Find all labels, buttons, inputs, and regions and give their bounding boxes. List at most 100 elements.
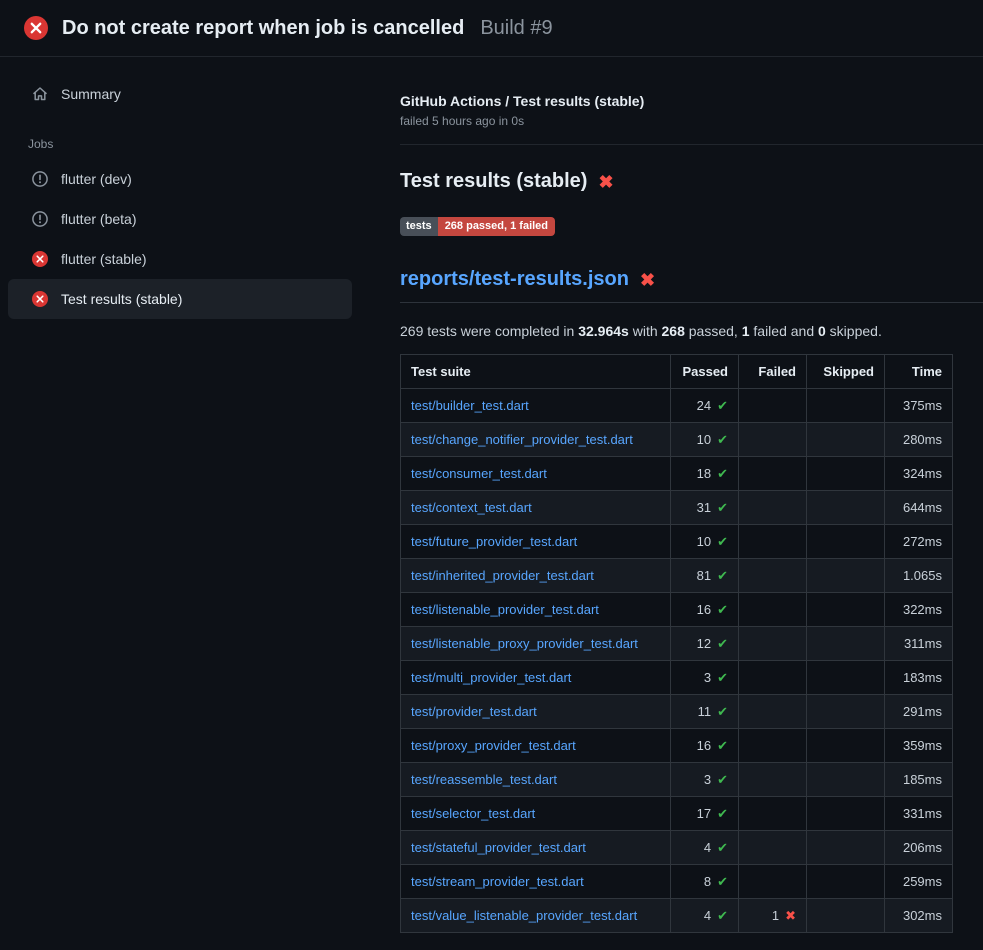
- suite-cell: test/listenable_proxy_provider_test.dart: [401, 627, 671, 661]
- time-cell: 185ms: [885, 763, 953, 797]
- table-row: test/multi_provider_test.dart3✔183ms: [401, 661, 953, 695]
- failed-cell: [739, 389, 807, 423]
- badge-label: tests: [400, 217, 438, 236]
- suite-link[interactable]: test/stream_provider_test.dart: [411, 874, 584, 889]
- suite-cell: test/builder_test.dart: [401, 389, 671, 423]
- check-icon: ✔: [717, 398, 728, 413]
- table-row: test/provider_test.dart11✔291ms: [401, 695, 953, 729]
- sidebar-item-flutter-dev[interactable]: flutter (dev): [8, 159, 352, 199]
- table-row: test/listenable_provider_test.dart 16✔ 322…: [401, 593, 953, 627]
- table-header-row: Test suite Passed Failed Skipped Time: [401, 355, 953, 389]
- col-failed: Failed: [739, 355, 807, 389]
- suite-cell: test/context_test.dart: [401, 491, 671, 525]
- check-icon: ✔: [717, 840, 728, 855]
- skipped-cell: [807, 661, 885, 695]
- suite-link[interactable]: test/proxy_provider_test.dart: [411, 738, 576, 753]
- passed-cell: 4✔: [671, 831, 739, 865]
- check-icon: ✔: [717, 636, 728, 651]
- time-cell: 331ms: [885, 797, 953, 831]
- failed-cell: [739, 423, 807, 457]
- report-file-link[interactable]: reports/test-results.json: [400, 268, 629, 291]
- passed-cell: 3✔: [671, 661, 739, 695]
- skipped-cell: [807, 899, 885, 933]
- sidebar-item-flutter-beta[interactable]: flutter (beta): [8, 199, 352, 239]
- suite-link[interactable]: test/multi_provider_test.dart: [411, 670, 571, 685]
- check-icon: ✔: [717, 466, 728, 481]
- table-row: test/value_listenable_provider_test.dart…: [401, 899, 953, 933]
- passed-cell: 3✔: [671, 763, 739, 797]
- passed-cell: 11✔: [671, 695, 739, 729]
- time-cell: 1.065s: [885, 559, 953, 593]
- passed-cell: 12✔: [671, 627, 739, 661]
- suite-link[interactable]: test/provider_test.dart: [411, 704, 537, 719]
- check-icon: ✔: [717, 738, 728, 753]
- badge-value: 268 passed, 1 failed: [438, 217, 555, 236]
- suite-link[interactable]: test/reassemble_test.dart: [411, 772, 557, 787]
- suite-link[interactable]: test/listenable_proxy_provider_test.dart: [411, 636, 638, 651]
- failed-cross-icon: ✖: [598, 173, 613, 191]
- time-cell: 322ms: [885, 593, 953, 627]
- suite-link[interactable]: test/context_test.dart: [411, 500, 532, 515]
- check-icon: ✔: [717, 670, 728, 685]
- skipped-cell: [807, 729, 885, 763]
- failed-cell: [739, 525, 807, 559]
- time-cell: 280ms: [885, 423, 953, 457]
- passed-cell: 17✔: [671, 797, 739, 831]
- failed-cell: [739, 865, 807, 899]
- failed-status-icon: [32, 251, 48, 267]
- suite-cell: test/stateful_provider_test.dart: [401, 831, 671, 865]
- time-cell: 324ms: [885, 457, 953, 491]
- table-row: test/future_provider_test.dart10✔272ms: [401, 525, 953, 559]
- suite-link[interactable]: test/selector_test.dart: [411, 806, 535, 821]
- table-row: test/inherited_provider_test.dart81✔1.06…: [401, 559, 953, 593]
- run-build-number: Build #9: [480, 17, 552, 40]
- suite-cell: test/future_provider_test.dart: [401, 525, 671, 559]
- skipped-cell: [807, 797, 885, 831]
- home-icon: [32, 86, 48, 102]
- passed-cell: 16✔: [671, 593, 739, 627]
- failed-cross-icon: ✖: [640, 271, 655, 289]
- sidebar-item-flutter-stable[interactable]: flutter (stable): [8, 239, 352, 279]
- passed-cell: 24✔: [671, 389, 739, 423]
- run-header: Do not create report when job is cancell…: [0, 0, 983, 57]
- jobs-section-label: Jobs: [28, 137, 368, 151]
- suite-link[interactable]: test/builder_test.dart: [411, 398, 529, 413]
- failed-cell: [739, 729, 807, 763]
- passed-cell: 18✔: [671, 457, 739, 491]
- failed-cell: [739, 661, 807, 695]
- breadcrumb: GitHub Actions / Test results (stable): [400, 93, 983, 109]
- sidebar-item-summary[interactable]: Summary: [0, 79, 368, 109]
- failed-cell: [739, 831, 807, 865]
- table-row: test/proxy_provider_test.dart16✔359ms: [401, 729, 953, 763]
- table-row: test/builder_test.dart 24✔ 375ms: [401, 389, 953, 423]
- table-row: test/stream_provider_test.dart8✔259ms: [401, 865, 953, 899]
- table-row: test/change_notifier_provider_test.dart1…: [401, 423, 953, 457]
- time-cell: 375ms: [885, 389, 953, 423]
- suite-link[interactable]: test/value_listenable_provider_test.dart: [411, 908, 637, 923]
- table-row: test/stateful_provider_test.dart 4✔ 206ms: [401, 831, 953, 865]
- time-cell: 311ms: [885, 627, 953, 661]
- check-icon: ✔: [717, 432, 728, 447]
- table-row: test/selector_test.dart 17✔ 331ms: [401, 797, 953, 831]
- failed-status-icon: [32, 291, 48, 307]
- sidebar-item-test-results-stable[interactable]: Test results (stable): [8, 279, 352, 319]
- col-skipped: Skipped: [807, 355, 885, 389]
- check-icon: ✔: [717, 806, 728, 821]
- summary-line: 269 tests were completed in 32.964s with…: [400, 323, 983, 339]
- suite-cell: test/reassemble_test.dart: [401, 763, 671, 797]
- col-test-suite: Test suite: [401, 355, 671, 389]
- skipped-cell: [807, 559, 885, 593]
- skipped-cell: [807, 491, 885, 525]
- suite-cell: test/listenable_provider_test.dart: [401, 593, 671, 627]
- time-cell: 206ms: [885, 831, 953, 865]
- neutral-status-icon: [32, 171, 48, 187]
- suite-link[interactable]: test/change_notifier_provider_test.dart: [411, 432, 633, 447]
- suite-link[interactable]: test/future_provider_test.dart: [411, 534, 577, 549]
- suite-link[interactable]: test/consumer_test.dart: [411, 466, 547, 481]
- suite-link[interactable]: test/listenable_provider_test.dart: [411, 602, 599, 617]
- suite-link[interactable]: test/inherited_provider_test.dart: [411, 568, 594, 583]
- suite-link[interactable]: test/stateful_provider_test.dart: [411, 840, 586, 855]
- skipped-cell: [807, 627, 885, 661]
- run-title: Do not create report when job is cancell…: [62, 17, 464, 40]
- failed-cell: [739, 797, 807, 831]
